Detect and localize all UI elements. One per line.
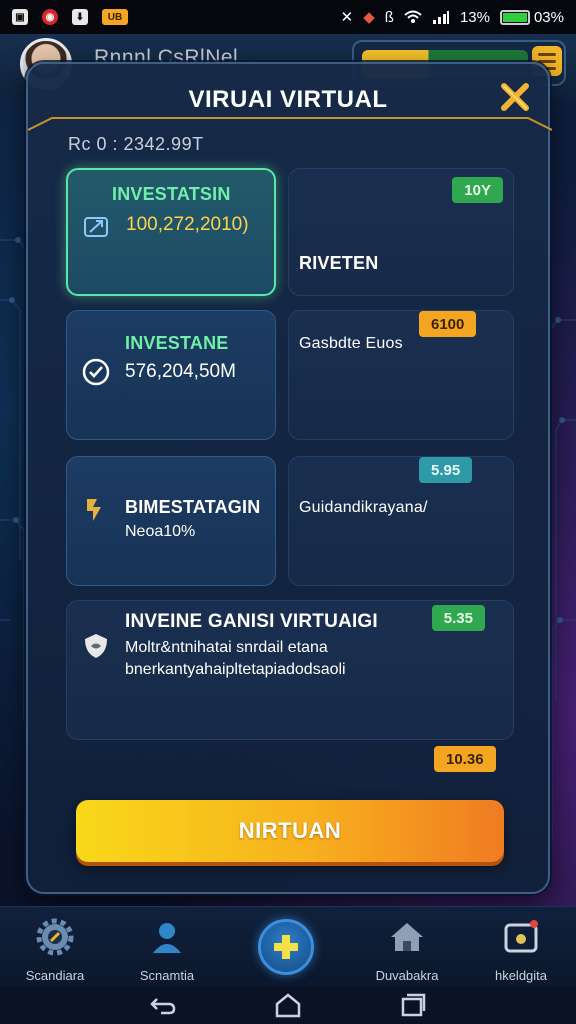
investment-card-3[interactable]: INVESTANE 576,204,50M <box>66 310 276 440</box>
vibrate-icon: ß <box>384 8 394 26</box>
card-description-line1: Moltr&ntnihatai snrdail etana <box>125 639 328 656</box>
gear-icon <box>36 918 74 956</box>
user-icon <box>153 923 181 953</box>
investment-card-6[interactable]: 5.95 Guidandikrayana/ <box>288 456 514 586</box>
confirm-button[interactable]: NIRTUAN <box>76 800 504 862</box>
card-title: Guidandikrayana/ <box>299 499 428 516</box>
modal-header: VIRUAI VIRTUAL <box>28 64 552 131</box>
rate-badge: 10Y <box>452 177 503 203</box>
modal-title: VIRUAI VIRTUAL <box>188 86 388 113</box>
nav-label: Duvabakra <box>375 968 439 983</box>
card-title: BIMESTATAGIN <box>125 497 261 517</box>
system-navigation <box>0 986 576 1024</box>
card-title: INVEINE GANISI VIRTUAIGI <box>125 611 378 632</box>
investment-card-wide[interactable]: 5.35 INVEINE GANISI VIRTUAIGI Moltr&ntni… <box>66 600 514 740</box>
rocket-icon <box>84 217 108 237</box>
investment-card-5[interactable]: BIMESTATAGIN Neoa10% <box>66 456 276 586</box>
investment-card-4[interactable]: 6100 Gasbdte Euos <box>288 310 514 440</box>
app-badge-icon: UB <box>102 9 128 25</box>
wifi-icon <box>404 10 422 23</box>
battery-text: 03% <box>533 8 564 26</box>
card-title: RIVETEN <box>299 253 379 273</box>
card-title: INVESTANE <box>125 333 229 353</box>
extra-rate-badge: 10.36 <box>434 746 496 772</box>
virtual-modal: VIRUAI VIRTUAL Rc 0 : 2342.99T INVESTATS… <box>26 62 552 894</box>
close-icon <box>501 83 529 111</box>
investment-card-1[interactable]: INVESTATSIN 100,272,2010) <box>66 168 276 296</box>
nav-item-profile[interactable]: Scnamtia <box>112 917 222 983</box>
nav-item-home[interactable]: Duvabakra <box>352 917 462 983</box>
close-button[interactable] <box>496 78 534 116</box>
status-bar: ▣ ◉ ⬇ UB ✕ ◆ ß 13% 03% <box>0 0 576 34</box>
rate-badge: 6100 <box>419 311 477 337</box>
mute-icon: ✕ <box>340 9 354 26</box>
nav-item-wallet[interactable]: hkeldgita <box>466 917 576 983</box>
card-title: Gasbdte Euos <box>299 335 403 352</box>
nav-label: Scandiara <box>25 968 85 983</box>
nav-label: Scnamtia <box>139 968 195 983</box>
bottom-navigation: Scandiara Scnamtia Duvabakra hkeldgita <box>0 906 576 986</box>
nav-item-settings[interactable]: Scandiara <box>0 917 110 983</box>
investment-card-2[interactable]: 10Y RIVETEN <box>288 168 514 296</box>
home-icon <box>391 923 423 951</box>
notification-icon: ◉ <box>42 9 58 25</box>
download-icon: ⬇ <box>72 9 88 25</box>
card-description-line2: bnerkantyahaipltetapiadodsaoli <box>125 661 346 678</box>
card-value: 576,204,50M <box>125 361 236 382</box>
card-value: 100,272,2010) <box>126 214 249 235</box>
back-icon[interactable] <box>149 993 177 1017</box>
rate-badge: 5.35 <box>431 605 485 631</box>
gallery-icon: ▣ <box>12 9 28 25</box>
battery-indicator: 03% <box>499 8 564 26</box>
add-button[interactable] <box>258 919 314 975</box>
home-nav-icon[interactable] <box>274 992 302 1018</box>
key-icon <box>87 499 101 521</box>
rate-badge: 5.95 <box>419 457 473 483</box>
plus-icon <box>274 935 298 959</box>
check-circle-icon <box>82 358 110 386</box>
shield-icon <box>85 634 107 658</box>
card-title: INVESTATSIN <box>112 184 231 204</box>
signal-icon <box>432 11 449 24</box>
nav-label: hkeldgita <box>494 968 548 983</box>
battery-icon <box>499 9 530 25</box>
wallet-icon <box>504 920 538 953</box>
battery-percent: 13% <box>459 8 490 26</box>
card-value: Neoa10% <box>125 523 196 540</box>
recents-icon[interactable] <box>399 992 427 1018</box>
header-divider <box>28 117 552 131</box>
alarm-icon: ◆ <box>363 9 375 26</box>
balance-text: Rc 0 : 2342.99T <box>68 134 204 154</box>
